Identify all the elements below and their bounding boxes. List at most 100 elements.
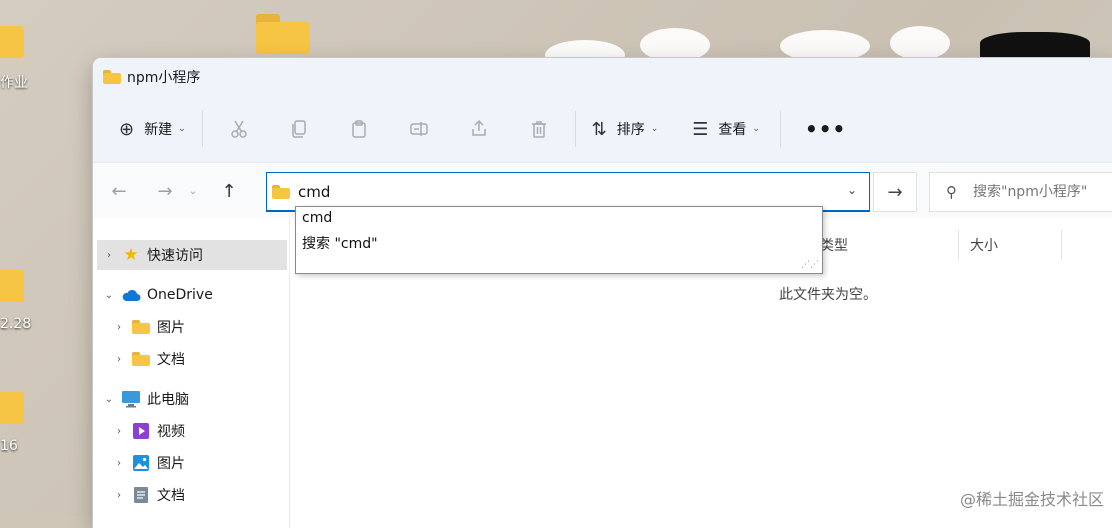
desktop-folder-label: 2.28 bbox=[0, 316, 32, 332]
sidebar-item-label: 视频 bbox=[157, 424, 185, 440]
desktop-folder-icon[interactable] bbox=[0, 18, 24, 58]
chevron-down-icon: ⌄ bbox=[752, 124, 760, 134]
rename-button[interactable] bbox=[389, 111, 449, 147]
sidebar-item-label: 文档 bbox=[157, 488, 185, 504]
chevron-right-icon[interactable]: › bbox=[107, 426, 131, 437]
new-label: 新建 bbox=[144, 122, 173, 138]
sidebar-item-onedrive-pictures[interactable]: › 图片 bbox=[107, 312, 185, 342]
folder-icon bbox=[103, 70, 121, 84]
toolbar-separator bbox=[574, 111, 576, 147]
sort-label: 排序 bbox=[616, 122, 645, 138]
column-header-type[interactable]: 类型 bbox=[820, 230, 848, 260]
search-input[interactable] bbox=[971, 183, 1112, 201]
chevron-right-icon[interactable]: › bbox=[107, 458, 131, 469]
trash-icon bbox=[531, 121, 546, 138]
column-header-size[interactable]: 大小 bbox=[970, 230, 998, 260]
sidebar-item-videos[interactable]: › 视频 bbox=[107, 416, 185, 446]
arrow-right-icon: → bbox=[157, 180, 173, 202]
folder-icon bbox=[131, 318, 151, 336]
autocomplete-item[interactable]: cmd bbox=[302, 210, 332, 226]
sidebar-item-label: 图片 bbox=[157, 456, 185, 472]
chevron-down-icon[interactable]: ⌄ bbox=[97, 290, 121, 301]
desktop-folder-icon[interactable] bbox=[256, 14, 310, 54]
desktop-folder-label: 作业 bbox=[0, 75, 28, 91]
chevron-down-icon: ⌄ bbox=[178, 124, 186, 134]
share-button[interactable] bbox=[449, 111, 509, 147]
sidebar-item-label: 图片 bbox=[157, 320, 185, 336]
sidebar-item-label: 文档 bbox=[157, 352, 185, 368]
address-input[interactable] bbox=[296, 181, 820, 202]
view-button[interactable]: ☰ 查看 ⌄ bbox=[682, 111, 770, 147]
sort-button[interactable]: ⇅ 排序 ⌄ bbox=[582, 111, 669, 147]
sidebar-item-onedrive[interactable]: ⌄ OneDrive bbox=[97, 280, 213, 310]
chevron-down-icon[interactable]: ⌄ bbox=[847, 183, 857, 197]
delete-button[interactable] bbox=[509, 111, 569, 147]
chevron-right-icon[interactable]: › bbox=[97, 250, 121, 261]
video-icon bbox=[131, 422, 151, 440]
sidebar-item-documents[interactable]: › 文档 bbox=[107, 480, 185, 510]
up-button[interactable]: ↑ bbox=[211, 181, 247, 202]
computer-icon bbox=[121, 390, 141, 408]
plus-circle-icon: ⊕ bbox=[119, 118, 135, 140]
chevron-right-icon[interactable]: › bbox=[107, 490, 131, 501]
sidebar-item-label: 此电脑 bbox=[147, 392, 189, 408]
sidebar-item-pictures[interactable]: › 图片 bbox=[107, 448, 185, 478]
empty-folder-message: 此文件夹为空。 bbox=[779, 287, 877, 303]
share-icon bbox=[471, 119, 486, 136]
chevron-right-icon[interactable]: › bbox=[107, 354, 131, 365]
wallpaper-shape bbox=[890, 26, 950, 60]
folder-icon bbox=[131, 350, 151, 368]
new-button[interactable]: ⊕ 新建 ⌄ bbox=[109, 111, 196, 147]
sidebar-item-this-pc[interactable]: ⌄ 此电脑 bbox=[97, 384, 189, 414]
paste-button[interactable] bbox=[329, 111, 389, 147]
back-button[interactable]: ← bbox=[101, 181, 137, 202]
cut-button[interactable] bbox=[209, 111, 269, 147]
view-label: 查看 bbox=[718, 122, 747, 138]
watermark: @稀土掘金技术社区 bbox=[959, 490, 1104, 509]
sidebar-item-label: OneDrive bbox=[147, 287, 213, 303]
sidebar-item-label: 快速访问 bbox=[147, 248, 203, 264]
cloud-icon bbox=[121, 286, 141, 304]
go-button[interactable]: → bbox=[873, 172, 917, 212]
rename-icon bbox=[409, 122, 428, 136]
title-bar[interactable]: npm小程序 bbox=[93, 58, 1112, 96]
folder-icon bbox=[272, 184, 290, 199]
arrow-up-icon: ↑ bbox=[221, 180, 237, 202]
recent-locations-button[interactable]: ⌄ bbox=[183, 186, 203, 197]
forward-button[interactable]: → bbox=[147, 181, 183, 202]
toolbar-separator bbox=[201, 111, 203, 147]
desktop-folder-icon[interactable] bbox=[0, 262, 24, 302]
column-divider[interactable] bbox=[958, 230, 959, 260]
chevron-down-icon: ⌄ bbox=[188, 185, 198, 197]
arrow-left-icon: ← bbox=[111, 180, 127, 202]
chevron-down-icon: ⌄ bbox=[650, 124, 659, 134]
arrow-right-icon: → bbox=[887, 181, 903, 203]
sort-arrows-icon: ⇅ bbox=[591, 118, 607, 140]
chevron-right-icon[interactable]: › bbox=[107, 322, 131, 333]
list-view-icon: ☰ bbox=[692, 118, 709, 140]
address-autocomplete-dropdown: cmd 搜索 "cmd" ⋰⋰ bbox=[295, 206, 823, 274]
toolbar-separator bbox=[779, 111, 781, 147]
sidebar-item-onedrive-documents[interactable]: › 文档 bbox=[107, 344, 185, 374]
search-icon: ⚲ bbox=[946, 183, 957, 201]
search-box[interactable]: ⚲ bbox=[929, 172, 1112, 212]
autocomplete-item[interactable]: 搜索 "cmd" bbox=[302, 233, 378, 253]
file-explorer-window: npm小程序 ⊕ 新建 ⌄ ⇅ 排序 ⌄ ☰ 查看 ⌄ ••• ← → ⌄ ↑ … bbox=[93, 58, 1112, 528]
copy-button[interactable] bbox=[269, 111, 329, 147]
chevron-down-icon[interactable]: ⌄ bbox=[97, 394, 121, 405]
star-icon: ★ bbox=[123, 245, 139, 265]
window-title: npm小程序 bbox=[127, 70, 201, 86]
navigation-pane: › ★ 快速访问 ⌄ OneDrive › 图片 › 文档 ⌄ 此电脑 › 视频… bbox=[93, 218, 290, 528]
wallpaper-shape bbox=[980, 32, 1090, 60]
command-bar: ⊕ 新建 ⌄ ⇅ 排序 ⌄ ☰ 查看 ⌄ ••• bbox=[93, 96, 1112, 163]
desktop-folder-icon[interactable] bbox=[0, 384, 24, 424]
document-icon bbox=[131, 486, 151, 504]
sidebar-item-quick-access[interactable]: › ★ 快速访问 bbox=[97, 240, 287, 270]
more-options-button[interactable]: ••• bbox=[787, 117, 864, 141]
scissors-icon bbox=[230, 120, 247, 138]
column-divider[interactable] bbox=[1061, 230, 1062, 260]
desktop-folder-label: 16 bbox=[0, 438, 18, 454]
wallpaper-shape bbox=[640, 28, 710, 62]
picture-icon bbox=[131, 454, 151, 472]
resize-grip-icon[interactable]: ⋰⋰ bbox=[801, 261, 819, 270]
